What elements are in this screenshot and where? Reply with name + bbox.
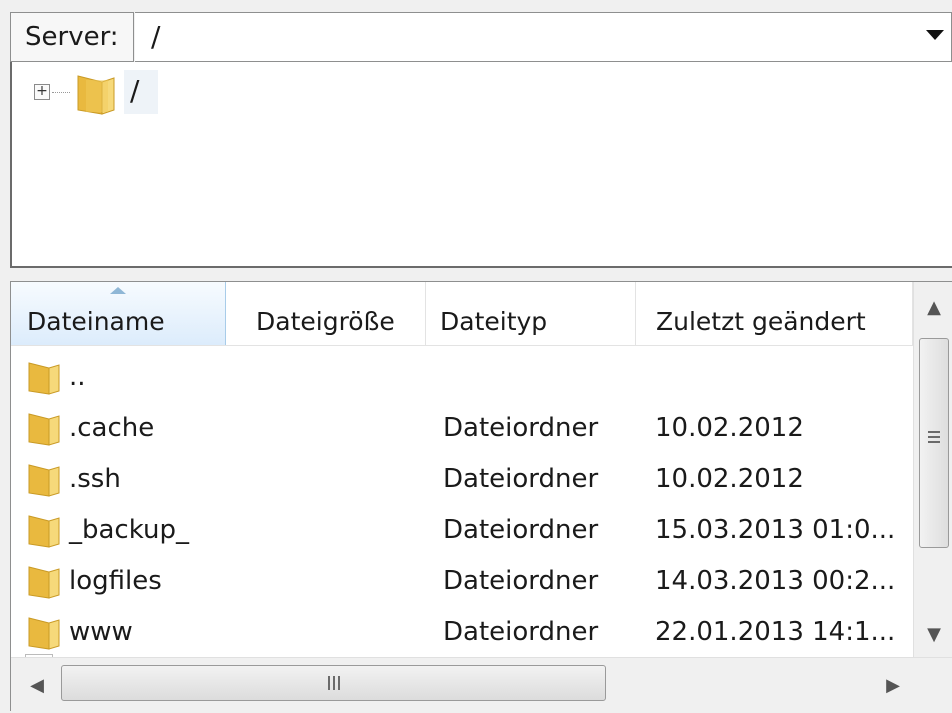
sort-ascending-icon [110,287,126,294]
file-name: _backup_ [69,515,189,545]
remote-directory-tree: + / [10,62,952,268]
plus-box-icon[interactable]: + [34,84,50,100]
folder-icon [28,362,60,395]
vertical-scroll-thumb[interactable] [919,338,949,548]
tree-node-root-label[interactable]: / [124,70,158,114]
folder-icon [28,617,60,650]
file-type: Dateiordner [443,566,599,596]
file-modified: 14.03.2013 00:2... [655,566,896,596]
folder-icon [77,75,115,115]
file-name: .. [69,362,86,392]
scroll-down-arrow-icon[interactable]: ▼ [914,612,952,657]
scroll-left-arrow-icon[interactable]: ◀ [17,658,57,713]
folder-icon [28,464,60,497]
file-name: logfiles [69,566,162,596]
file-type: Dateiordner [443,617,599,647]
file-row[interactable]: .ssh Dateiordner 10.02.2012 [11,454,913,505]
remote-file-list: Dateiname Dateigröße Dateityp Zuletzt ge… [10,281,952,712]
file-list-header: Dateiname Dateigröße Dateityp Zuletzt ge… [11,282,913,346]
server-path-combobox[interactable]: / [135,12,952,62]
folder-icon [28,566,60,599]
chevron-down-icon[interactable] [926,30,944,40]
file-type: Dateiordner [443,464,599,494]
file-type: Dateiordner [443,413,599,443]
file-modified: 22.01.2013 14:1... [655,617,896,647]
grip-icon [928,431,940,445]
column-header-size[interactable]: Dateigröße [226,282,426,345]
column-header-type[interactable]: Dateityp [426,282,636,345]
vertical-scrollbar[interactable]: ▲ ▼ [913,282,952,657]
horizontal-scrollbar[interactable]: ◀ ▶ [11,657,952,712]
file-row[interactable]: .cache Dateiordner 10.02.2012 [11,403,913,454]
column-header-modified[interactable]: Zuletzt geändert [636,282,913,345]
server-bar: Server: / [0,0,952,66]
grip-icon [328,676,342,690]
server-label: Server: [10,12,134,62]
scroll-right-arrow-icon[interactable]: ▶ [873,658,913,713]
file-row[interactable]: www Dateiordner 22.01.2013 14:1... [11,607,913,658]
file-modified: 10.02.2012 [655,464,804,494]
file-modified: 15.03.2013 01:0... [655,515,896,545]
tree-connector-line [52,92,70,93]
file-row[interactable]: .. [11,352,913,403]
folder-icon [28,413,60,446]
file-modified: 10.02.2012 [655,413,804,443]
horizontal-scroll-thumb[interactable] [61,665,606,701]
file-name: .ssh [69,464,121,494]
scroll-up-arrow-icon[interactable]: ▲ [914,282,952,334]
file-row[interactable]: _backup_ Dateiordner 15.03.2013 01:0... [11,505,913,556]
folder-icon [28,515,60,548]
file-name: www [69,617,133,647]
file-row[interactable]: logfiles Dateiordner 14.03.2013 00:2... [11,556,913,607]
file-type: Dateiordner [443,515,599,545]
file-name: .cache [69,413,155,443]
